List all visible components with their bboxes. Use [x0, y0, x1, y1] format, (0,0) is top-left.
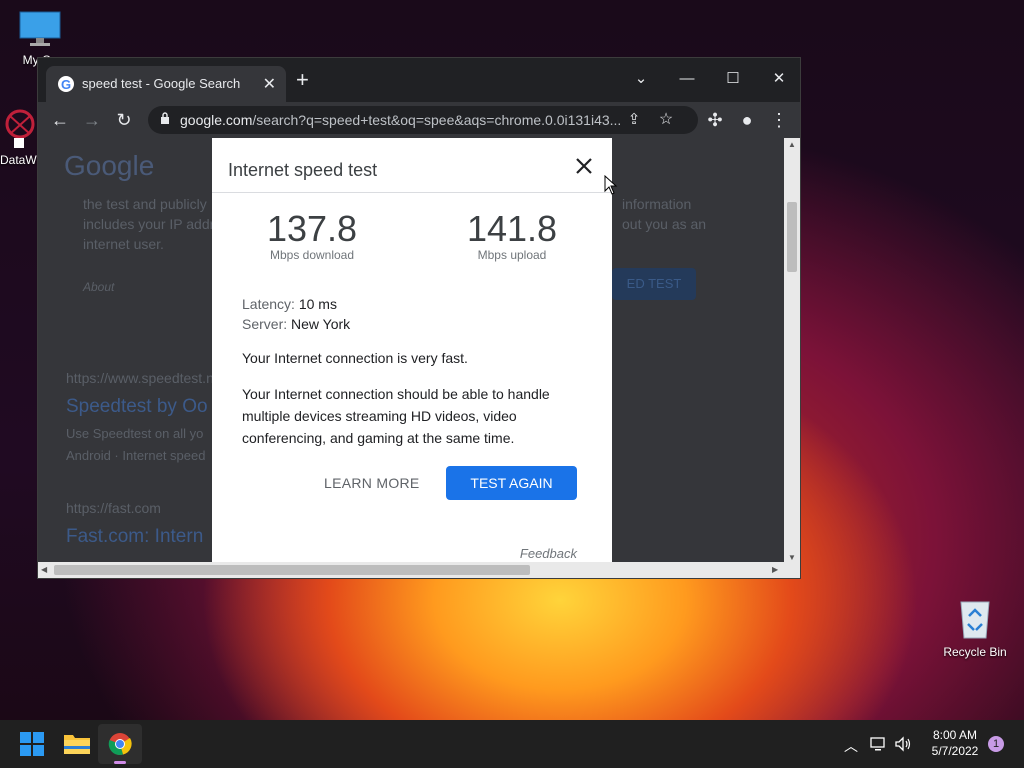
- share-icon[interactable]: ⇪: [622, 108, 646, 132]
- bg-text: Android · Internet speed: [66, 448, 206, 463]
- clock-time: 8:00 AM: [932, 728, 978, 742]
- scroll-down-arrow[interactable]: ▼: [788, 553, 796, 562]
- volume-icon[interactable]: [894, 736, 912, 752]
- upload-value: 141.8: [466, 208, 558, 249]
- server-value: New York: [291, 316, 351, 332]
- scroll-left-arrow[interactable]: ◀: [41, 565, 47, 574]
- profile-icon[interactable]: ●: [735, 108, 759, 132]
- tab-search-chevron-icon[interactable]: ⌄: [618, 64, 664, 94]
- taskbar: ︿ 8:00 AM 5/7/2022 1: [0, 720, 1024, 768]
- feedback-link[interactable]: Feedback: [520, 546, 577, 561]
- desktop-icon-recycle-bin[interactable]: Recycle Bin: [935, 596, 1015, 659]
- show-hidden-icons-chevron[interactable]: ︿: [844, 736, 858, 756]
- chrome-icon: [108, 733, 132, 755]
- notification-badge[interactable]: 1: [988, 736, 1004, 752]
- dialog-title: Internet speed test: [228, 160, 378, 180]
- address-bar[interactable]: google.com/search?q=speed+test&oq=spee&a…: [148, 106, 698, 134]
- network-icon[interactable]: [870, 736, 888, 752]
- google-favicon-icon: G: [58, 76, 74, 92]
- speed-summary: Your Internet connection is very fast.: [242, 350, 468, 366]
- file-explorer-icon[interactable]: [64, 732, 90, 754]
- horizontal-scroll-thumb[interactable]: [54, 565, 530, 575]
- horizontal-scrollbar[interactable]: ◀ ▶: [38, 562, 800, 578]
- chrome-taskbar-button[interactable]: [98, 724, 142, 764]
- scroll-right-arrow[interactable]: ▶: [772, 565, 778, 574]
- speed-test-dialog: Internet speed test 137.8 Mbps download …: [212, 138, 612, 564]
- menu-icon[interactable]: ⋮: [767, 108, 791, 132]
- bg-link[interactable]: Fast.com: Intern: [66, 526, 203, 548]
- download-metric: 137.8 Mbps download: [212, 208, 412, 262]
- desktop-icon-label: Recycle Bin: [943, 645, 1007, 659]
- desktop-icon-dataw[interactable]: DataW: [0, 108, 40, 167]
- svg-text:G: G: [61, 77, 71, 92]
- bg-text: the test and publicly: [83, 196, 207, 212]
- active-app-indicator: [114, 761, 126, 764]
- tab-close-icon[interactable]: ✕: [263, 74, 276, 94]
- bg-link[interactable]: Speedtest by Oo: [66, 396, 208, 418]
- minimize-button[interactable]: —: [664, 64, 710, 94]
- bg-text: https://fast.com: [66, 500, 161, 516]
- latency-value: 10 ms: [298, 296, 337, 312]
- back-button[interactable]: ←: [48, 108, 72, 132]
- browser-window: G speed test - Google Search ✕ + ⌄ — ☐ ✕…: [37, 57, 801, 579]
- latency-label: Latency:: [242, 296, 295, 312]
- server-row: Server: New York: [242, 316, 350, 332]
- bg-text: information: [622, 196, 692, 212]
- recycle-bin-icon: [960, 601, 990, 639]
- bookmark-star-icon[interactable]: ☆: [654, 108, 678, 132]
- tab-speed-test[interactable]: G speed test - Google Search ✕: [46, 66, 286, 102]
- vertical-scroll-thumb[interactable]: [787, 202, 797, 272]
- test-again-button[interactable]: TEST AGAIN: [446, 466, 577, 500]
- server-label: Server:: [242, 316, 288, 332]
- bg-text: Use Speedtest on all yo: [66, 426, 204, 441]
- latency-row: Latency: 10 ms: [242, 296, 337, 312]
- download-value: 137.8: [266, 208, 358, 249]
- google-logo: Google: [64, 150, 155, 181]
- tab-strip: G speed test - Google Search ✕ + ⌄ — ☐ ✕: [38, 58, 800, 102]
- tab-title: speed test - Google Search: [82, 76, 241, 91]
- download-unit: Mbps download: [269, 248, 355, 262]
- extensions-icon[interactable]: ✣: [703, 108, 727, 132]
- bg-button[interactable]: ED TEST: [612, 268, 696, 300]
- speed-detail: Your Internet connection should be able …: [242, 386, 550, 446]
- vertical-scrollbar[interactable]: ▲ ▼: [784, 138, 800, 564]
- url-text: google.com/search?q=speed+test&oq=spee&a…: [180, 112, 630, 128]
- dialog-header: Internet speed test: [212, 138, 612, 193]
- close-window-button[interactable]: ✕: [756, 64, 802, 94]
- bg-text: About: [83, 280, 115, 294]
- upload-unit: Mbps upload: [477, 248, 547, 262]
- upload-metric: 141.8 Mbps upload: [412, 208, 612, 262]
- bg-text: https://www.speedtest.n: [66, 370, 214, 386]
- mouse-cursor-icon: [604, 175, 618, 195]
- forward-button[interactable]: →: [80, 108, 104, 132]
- bg-text: out you as an: [622, 216, 707, 232]
- close-icon[interactable]: [572, 154, 596, 178]
- lock-icon: [161, 112, 169, 124]
- page-content: Google the test and publicly includes yo…: [38, 138, 786, 564]
- browser-toolbar: ← → ↻ google.com/search?q=speed+test&oq=…: [38, 102, 800, 138]
- maximize-button[interactable]: ☐: [710, 64, 756, 94]
- windows-start-icon[interactable]: [20, 732, 44, 756]
- scroll-up-arrow[interactable]: ▲: [788, 140, 796, 149]
- url-host: google.com: [180, 112, 253, 128]
- bg-button-label: ED TEST: [626, 276, 682, 291]
- clock[interactable]: 8:00 AM 5/7/2022: [920, 728, 990, 758]
- bg-text: internet user.: [83, 236, 164, 252]
- desktop-icon-label: DataW: [0, 153, 37, 167]
- app-shortcut-icon: [5, 109, 35, 148]
- monitor-icon: [19, 11, 61, 46]
- url-path: /search?q=speed+test&oq=spee&aqs=chrome.…: [252, 112, 622, 128]
- reload-button[interactable]: ↻: [112, 108, 136, 132]
- learn-more-button[interactable]: LEARN MORE: [324, 475, 420, 491]
- clock-date: 5/7/2022: [931, 744, 979, 758]
- bg-text: includes your IP addr: [83, 216, 215, 232]
- new-tab-button[interactable]: +: [296, 69, 309, 91]
